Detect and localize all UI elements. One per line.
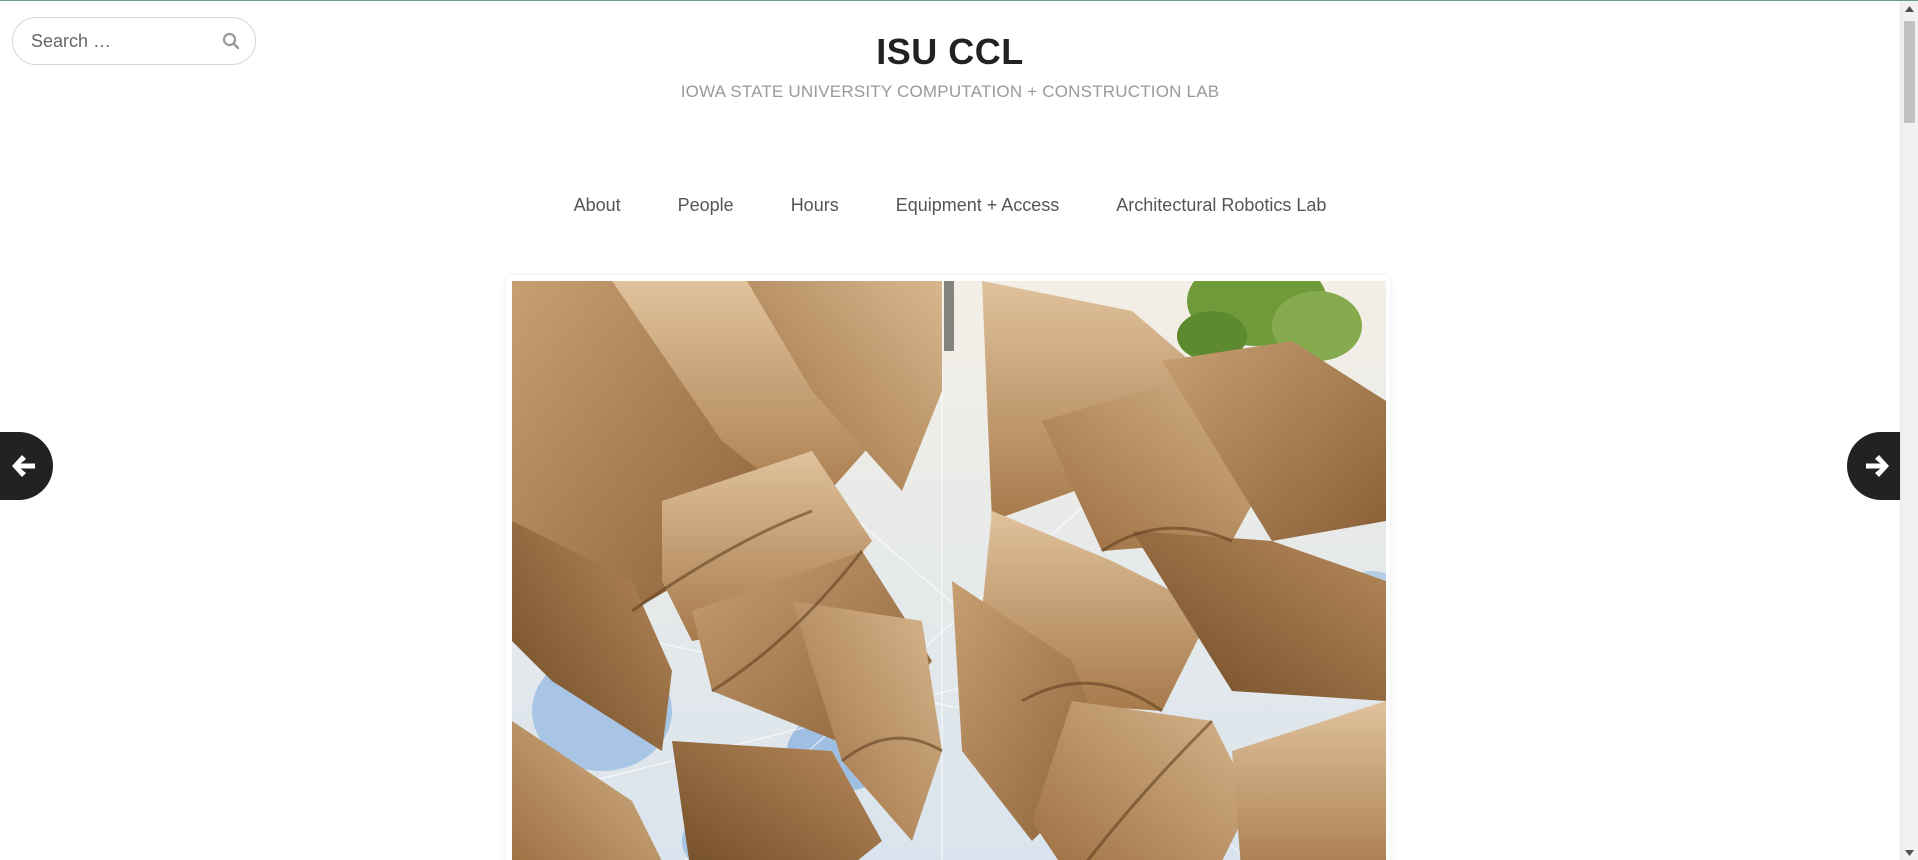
featured-image[interactable] [512, 281, 1386, 860]
scroll-up-button[interactable] [1901, 1, 1918, 18]
nav-item-equipment-access[interactable]: Equipment + Access [896, 195, 1060, 216]
main-navigation: About People Hours Equipment + Access Ar… [0, 195, 1900, 216]
scroll-thumb[interactable] [1904, 21, 1915, 123]
arrow-right-icon [1866, 455, 1889, 477]
slider-next-button[interactable] [1847, 432, 1900, 500]
nav-item-hours[interactable]: Hours [791, 195, 839, 216]
site-description: IOWA STATE UNIVERSITY COMPUTATION + CONS… [680, 82, 1220, 101]
arrow-left-icon [12, 455, 35, 477]
nav-item-people[interactable]: People [678, 195, 734, 216]
nav-item-about[interactable]: About [574, 195, 621, 216]
caret-up-icon [1905, 6, 1914, 12]
slider-prev-button[interactable] [0, 432, 53, 500]
fabric-sculpture-photo [512, 281, 1386, 860]
page-scrollbar[interactable] [1900, 1, 1918, 860]
page: ISU CCL IOWA STATE UNIVERSITY COMPUTATIO… [0, 0, 1918, 860]
scroll-down-button[interactable] [1901, 844, 1918, 860]
site-title[interactable]: ISU CCL [0, 31, 1900, 73]
nav-item-architectural-robotics-lab[interactable]: Architectural Robotics Lab [1116, 195, 1326, 216]
caret-down-icon [1905, 850, 1914, 856]
featured-image-frame [506, 275, 1390, 860]
